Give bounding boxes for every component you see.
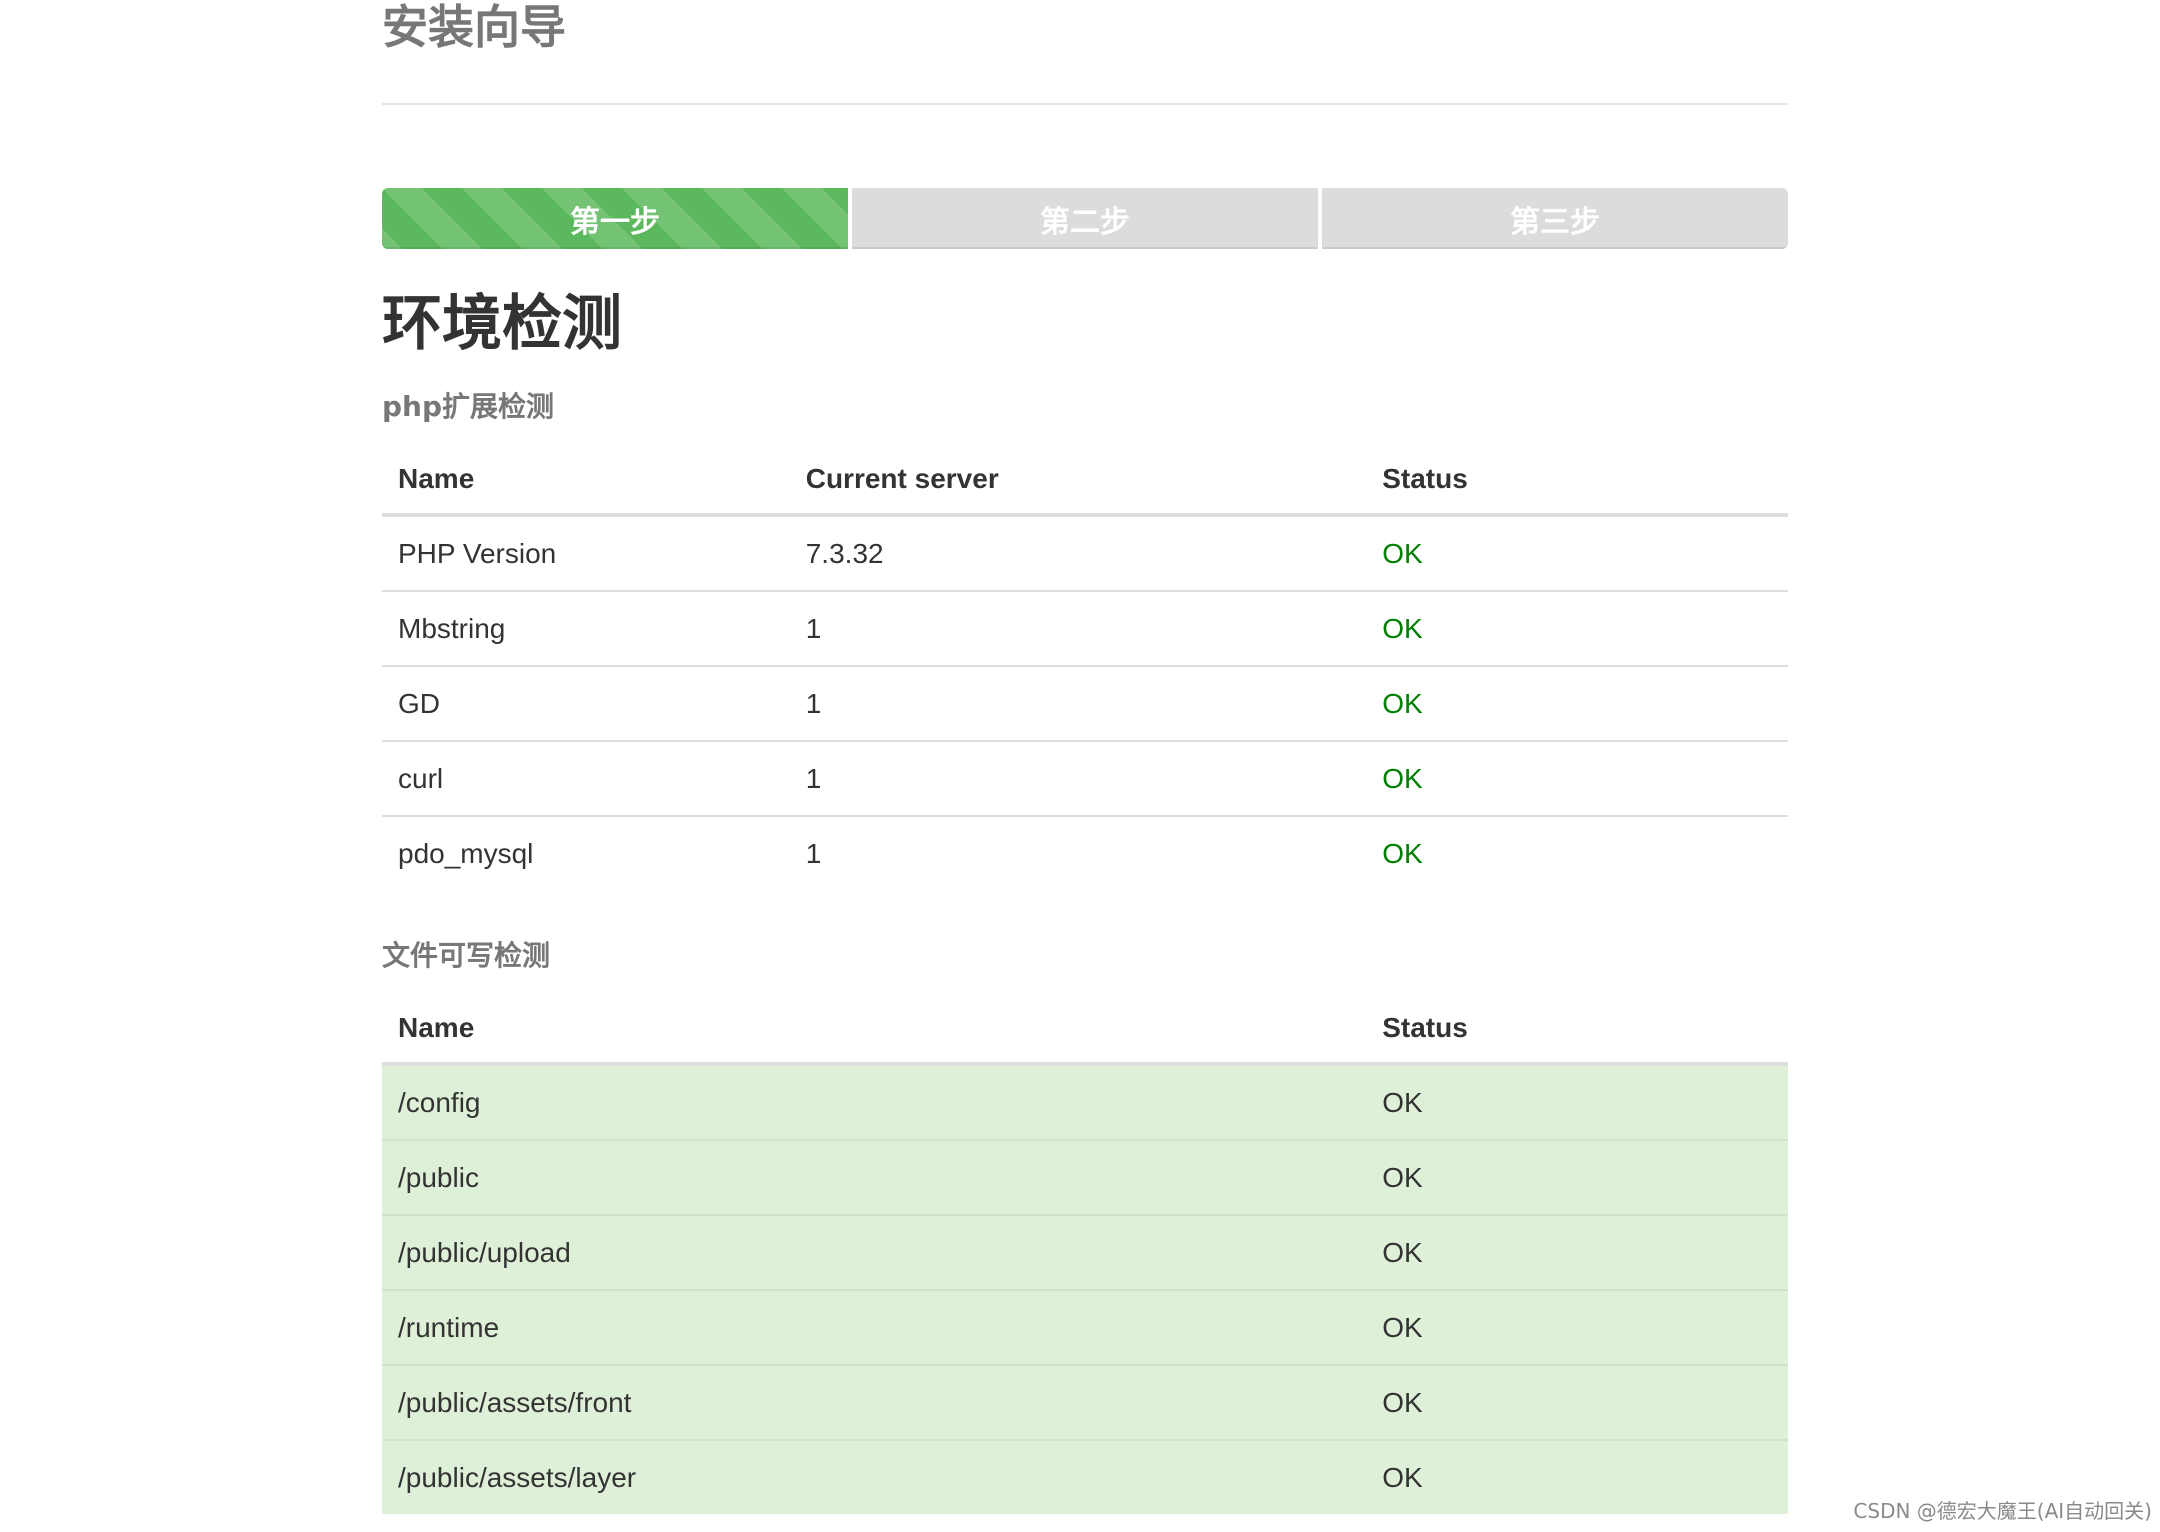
table-row: /public/assets/front OK bbox=[382, 1365, 1788, 1441]
column-header-status: Status bbox=[1366, 445, 1788, 517]
file-path: /public/assets/layer bbox=[398, 1461, 637, 1493]
extension-status: OK bbox=[1366, 591, 1788, 667]
extension-name: Mbstring bbox=[382, 591, 790, 667]
extension-status: OK bbox=[1366, 741, 1788, 817]
table-row: pdo_mysql 1 OK bbox=[382, 816, 1788, 890]
extension-name: pdo_mysql bbox=[398, 837, 534, 869]
file-status: OK bbox=[1366, 1064, 1788, 1141]
php-extensions-table: Name Current server Status PHP Version 7… bbox=[382, 445, 1788, 890]
column-header-name: Name bbox=[382, 994, 1367, 1066]
file-path: /runtime bbox=[382, 1290, 1367, 1366]
extension-current: 1 bbox=[789, 666, 1367, 742]
file-status: OK bbox=[1366, 1365, 1788, 1441]
table-row: /public OK bbox=[382, 1140, 1788, 1216]
php-extensions-heading: php扩展检测 bbox=[382, 390, 555, 423]
step-1: 第一步 bbox=[382, 188, 848, 249]
table-header-row: Name Current server Status bbox=[382, 445, 1788, 517]
watermark: CSDN @德宏大魔王(AI自动回关) bbox=[1853, 1499, 2152, 1523]
install-wizard: 安装向导 第一步 第二步 第三步 环境检测 php扩展检测 Name Curre… bbox=[382, 0, 1788, 1514]
step-3: 第三步 bbox=[1318, 188, 1788, 249]
extension-status: OK bbox=[1366, 666, 1788, 742]
step-progress: 第一步 第二步 第三步 bbox=[382, 188, 1788, 249]
table-row: /runtime OK bbox=[382, 1290, 1788, 1366]
file-status: OK bbox=[1382, 1461, 1423, 1493]
table-row: GD 1 OK bbox=[382, 666, 1788, 742]
extension-current: 1 bbox=[789, 591, 1367, 667]
page-header: 安装向导 bbox=[382, 0, 1788, 105]
table-header-row: Name Status bbox=[382, 994, 1788, 1066]
file-status: OK bbox=[1366, 1290, 1788, 1366]
table-row: /public/upload OK bbox=[382, 1215, 1788, 1291]
extension-current: 7.3.32 bbox=[789, 515, 1367, 592]
section-title: 环境检测 bbox=[382, 289, 622, 359]
file-writable-table: Name Status /config OK /public OK /publi… bbox=[382, 994, 1788, 1514]
file-path: /config bbox=[382, 1064, 1367, 1141]
file-path: /public bbox=[382, 1140, 1367, 1216]
table-row: /config OK bbox=[382, 1064, 1788, 1141]
file-writable-heading: 文件可写检测 bbox=[382, 939, 551, 972]
extension-name: GD bbox=[382, 666, 790, 742]
column-header-name: Name bbox=[382, 445, 790, 517]
table-row: PHP Version 7.3.32 OK bbox=[382, 515, 1788, 592]
page-title: 安装向导 bbox=[382, 0, 566, 54]
file-status: OK bbox=[1366, 1215, 1788, 1291]
step-2: 第二步 bbox=[848, 188, 1318, 249]
file-path: /public/upload bbox=[382, 1215, 1367, 1291]
extension-name: PHP Version bbox=[382, 515, 790, 592]
extension-status: OK bbox=[1382, 837, 1423, 869]
extension-status: OK bbox=[1366, 515, 1788, 592]
table-row: /public/assets/layer OK bbox=[382, 1440, 1788, 1514]
extension-name: curl bbox=[382, 741, 790, 817]
extension-current: 1 bbox=[789, 741, 1367, 817]
table-row: curl 1 OK bbox=[382, 741, 1788, 817]
table-row: Mbstring 1 OK bbox=[382, 591, 1788, 667]
file-path: /public/assets/front bbox=[382, 1365, 1367, 1441]
column-header-current-server: Current server bbox=[789, 445, 1367, 517]
column-header-status: Status bbox=[1366, 994, 1788, 1066]
extension-current: 1 bbox=[805, 837, 822, 869]
file-status: OK bbox=[1366, 1140, 1788, 1216]
